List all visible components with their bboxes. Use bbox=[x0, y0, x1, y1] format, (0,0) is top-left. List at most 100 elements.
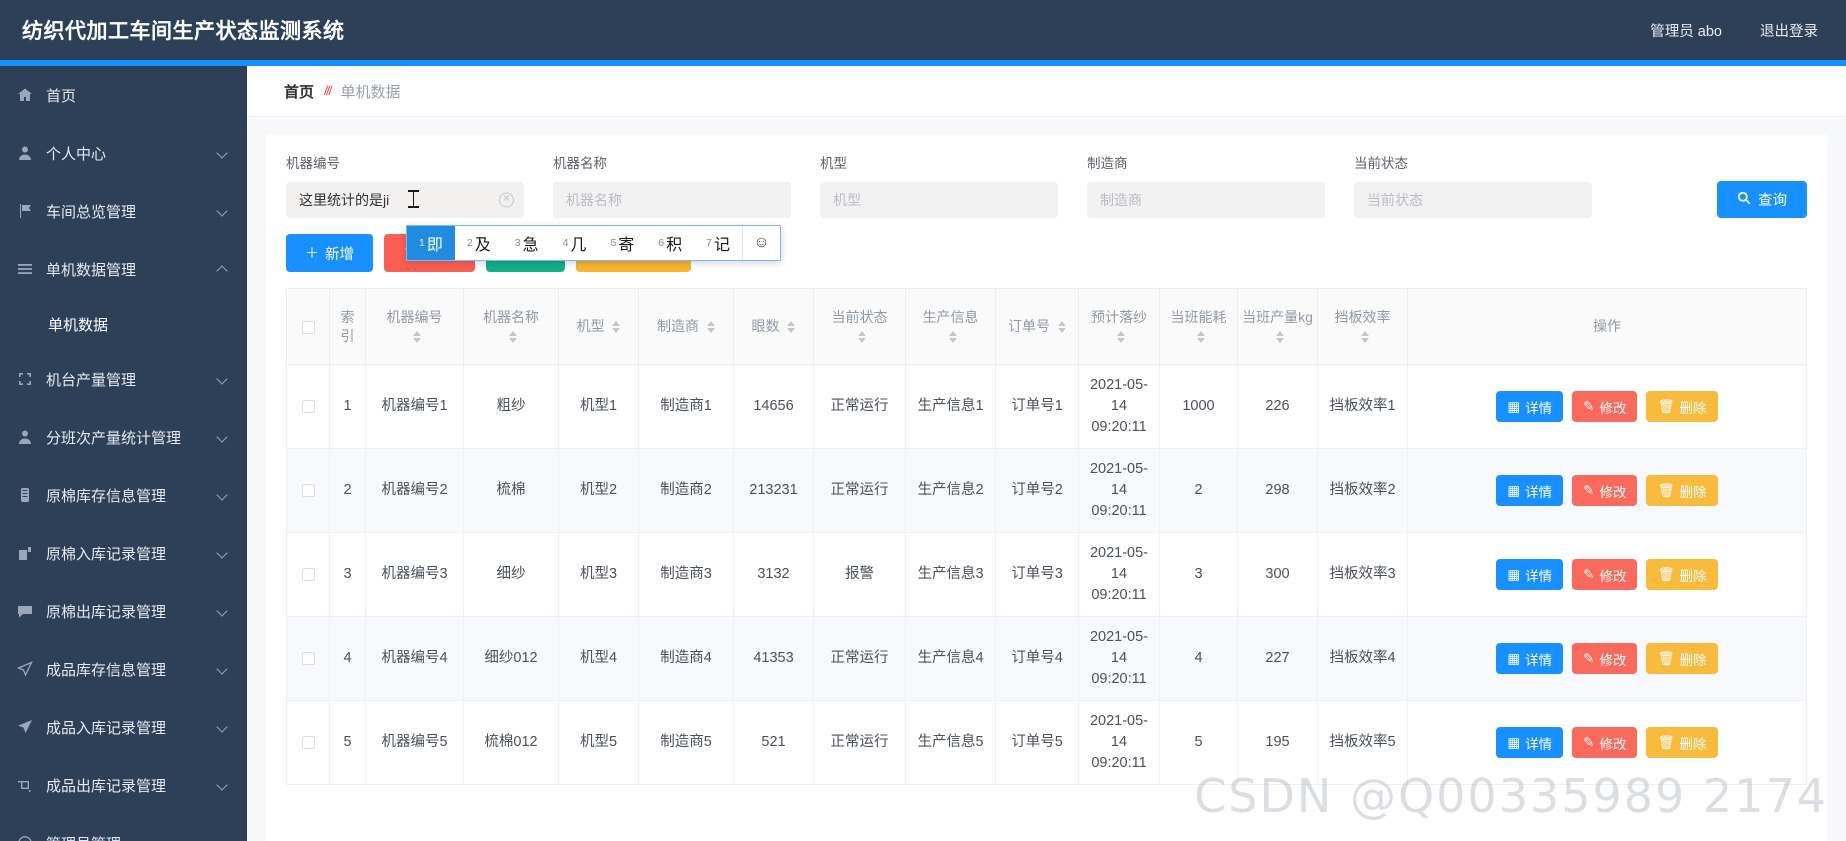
detail-button[interactable]: ▦ 详情 bbox=[1496, 391, 1564, 423]
sidebar-item-admin-mgmt[interactable]: 管理员管理 bbox=[0, 814, 247, 841]
sidebar-item-profile[interactable]: 个人中心 bbox=[0, 124, 247, 182]
ime-candidate[interactable]: 5 寄 bbox=[598, 226, 646, 260]
cell-prod-info: 生产信息4 bbox=[905, 616, 996, 702]
row-checkbox[interactable] bbox=[301, 567, 315, 581]
sidebar-item-home[interactable]: 首页 bbox=[0, 66, 247, 124]
sidebar-item-product-inbound[interactable]: 成品入库记录管理 bbox=[0, 698, 247, 756]
sidebar-item-product-outbound[interactable]: 成品出库记录管理 bbox=[0, 756, 247, 814]
th-efficiency[interactable]: 挡板效率 bbox=[1317, 288, 1408, 365]
app-title: 纺织代加工车间生产状态监测系统 bbox=[22, 20, 345, 43]
edit-button[interactable]: ✎ 修改 bbox=[1572, 559, 1638, 591]
sidebar-item-label: 成品库存信息管理 bbox=[46, 661, 167, 679]
ime-candidate[interactable]: 4 几 bbox=[551, 226, 599, 260]
sort-icon[interactable] bbox=[787, 321, 796, 334]
clear-icon[interactable]: ✕ bbox=[499, 192, 514, 208]
table-row[interactable]: 3 机器编号3 细纱 机型3 制造商3 3132 报警 生产信息3 订单号3 2… bbox=[286, 532, 1807, 618]
sidebar-item-cotton-stock[interactable]: 原棉库存信息管理 bbox=[0, 466, 247, 524]
sort-icon[interactable] bbox=[706, 321, 715, 334]
sidebar: 首页 个人中心 车间总览管理 单机数据管理 单机数据 机台产量管理 分班次产量统… bbox=[0, 66, 247, 841]
search-button[interactable]: 查询 bbox=[1717, 181, 1807, 218]
th-output[interactable]: 当班产量kg bbox=[1237, 288, 1318, 365]
row-checkbox[interactable] bbox=[301, 735, 315, 749]
sort-icon[interactable] bbox=[857, 330, 866, 343]
chevron-down-icon bbox=[217, 721, 229, 733]
cell-order-no: 订单号1 bbox=[995, 363, 1079, 450]
chevron-down-icon bbox=[217, 663, 229, 675]
cell-status: 正常运行 bbox=[813, 448, 906, 534]
detail-button[interactable]: ▦ 详情 bbox=[1496, 559, 1564, 591]
breadcrumb-home[interactable]: 首页 bbox=[284, 81, 314, 102]
chevron-down-icon bbox=[217, 147, 229, 159]
sort-icon[interactable] bbox=[948, 330, 957, 343]
th-prod-info[interactable]: 生产信息 bbox=[905, 288, 996, 365]
th-energy[interactable]: 当班能耗 bbox=[1159, 288, 1238, 365]
ime-candidate[interactable]: 1 即 bbox=[407, 226, 455, 260]
sidebar-item-machine-output[interactable]: 机台产量管理 bbox=[0, 350, 247, 408]
chevron-down-icon bbox=[217, 489, 229, 501]
delete-row-button[interactable]: 🗑 删除 bbox=[1646, 643, 1718, 675]
table-row[interactable]: 1 机器编号1 粗纱 机型1 制造商1 14656 正常运行 生产信息1 订单号… bbox=[286, 363, 1807, 450]
detail-button[interactable]: ▦ 详情 bbox=[1496, 727, 1564, 759]
sort-icon[interactable] bbox=[1117, 330, 1125, 343]
document-icon: ▦ bbox=[1507, 482, 1521, 498]
th-machine-name[interactable]: 机器名称 bbox=[463, 288, 559, 365]
row-checkbox[interactable] bbox=[301, 651, 315, 665]
th-eyes[interactable]: 眼数 bbox=[733, 288, 814, 365]
document-icon: ▦ bbox=[1507, 734, 1521, 750]
cell-status: 正常运行 bbox=[813, 363, 906, 450]
sidebar-item-cotton-outbound[interactable]: 原棉出库记录管理 bbox=[0, 582, 247, 640]
th-machine-no[interactable]: 机器编号 bbox=[365, 288, 464, 365]
th-maker[interactable]: 制造商 bbox=[638, 288, 734, 365]
delete-row-button[interactable]: 🗑 删除 bbox=[1646, 475, 1718, 507]
sort-icon[interactable] bbox=[612, 321, 621, 334]
logout-link[interactable]: 退出登录 bbox=[1760, 20, 1818, 41]
sidebar-item-machine-data-mgmt[interactable]: 单机数据管理 bbox=[0, 240, 247, 298]
detail-button[interactable]: ▦ 详情 bbox=[1496, 643, 1564, 675]
ime-candidate[interactable]: 2 及 bbox=[455, 226, 503, 260]
row-checkbox[interactable] bbox=[301, 483, 315, 497]
send-icon bbox=[16, 719, 33, 736]
table-row[interactable]: 4 机器编号4 细纱012 机型4 制造商4 41353 正常运行 生产信息4 … bbox=[286, 616, 1807, 702]
sort-icon[interactable] bbox=[1360, 330, 1369, 343]
status-input[interactable] bbox=[1354, 182, 1592, 218]
add-button[interactable]: ＋ 新增 bbox=[286, 234, 373, 272]
table-row[interactable]: 2 机器编号2 梳棉 机型2 制造商2 213231 正常运行 生产信息2 订单… bbox=[286, 448, 1807, 534]
edit-button[interactable]: ✎ 修改 bbox=[1572, 391, 1638, 423]
machine-name-input[interactable] bbox=[553, 182, 791, 218]
sort-icon[interactable] bbox=[1057, 321, 1066, 334]
maker-input[interactable] bbox=[1087, 182, 1325, 218]
select-all-checkbox[interactable] bbox=[301, 320, 315, 334]
sidebar-item-cotton-inbound[interactable]: 原棉入库记录管理 bbox=[0, 524, 247, 582]
edit-button[interactable]: ✎ 修改 bbox=[1572, 475, 1638, 507]
delete-row-button[interactable]: 🗑 删除 bbox=[1646, 727, 1718, 759]
table-row[interactable]: 5 机器编号5 梳棉012 机型5 制造商5 521 正常运行 生产信息5 订单… bbox=[286, 700, 1807, 786]
sort-icon[interactable] bbox=[1275, 330, 1284, 343]
row-checkbox[interactable] bbox=[301, 399, 315, 413]
row-action-group: ▦ 详情 ✎ 修改 🗑 删除 bbox=[1412, 475, 1802, 507]
search-button-label: 查询 bbox=[1758, 193, 1787, 209]
delete-row-button[interactable]: 🗑 删除 bbox=[1646, 559, 1718, 591]
edit-button[interactable]: ✎ 修改 bbox=[1572, 643, 1638, 675]
ime-candidate[interactable]: 6 积 bbox=[646, 226, 694, 260]
sidebar-item-product-stock[interactable]: 成品库存信息管理 bbox=[0, 640, 247, 698]
ime-candidate[interactable]: 3 急 bbox=[503, 226, 551, 260]
th-order-no[interactable]: 订单号 bbox=[995, 288, 1079, 365]
edit-button[interactable]: ✎ 修改 bbox=[1572, 727, 1638, 759]
sort-icon[interactable] bbox=[1196, 330, 1205, 343]
ime-candidate[interactable]: 7 记 bbox=[694, 226, 742, 260]
th-label: 挡板效率 bbox=[1334, 308, 1391, 325]
emoji-icon[interactable]: ☺ bbox=[742, 226, 780, 260]
model-input[interactable] bbox=[820, 182, 1058, 218]
sort-icon[interactable] bbox=[412, 330, 421, 343]
sort-icon[interactable] bbox=[509, 330, 517, 343]
sidebar-item-workshop-overview[interactable]: 车间总览管理 bbox=[0, 182, 247, 240]
th-status[interactable]: 当前状态 bbox=[813, 288, 906, 365]
sidebar-subitem-machine-data[interactable]: 单机数据 bbox=[0, 298, 247, 350]
sidebar-item-shift-output-stats[interactable]: 分班次产量统计管理 bbox=[0, 408, 247, 466]
th-model[interactable]: 机型 bbox=[558, 288, 639, 365]
th-doff-time[interactable]: 预计落纱 bbox=[1078, 288, 1160, 365]
cell-status: 报警 bbox=[813, 532, 906, 618]
detail-button[interactable]: ▦ 详情 bbox=[1496, 475, 1564, 507]
delete-row-button[interactable]: 🗑 删除 bbox=[1646, 391, 1718, 423]
machine-no-input[interactable] bbox=[286, 182, 524, 218]
